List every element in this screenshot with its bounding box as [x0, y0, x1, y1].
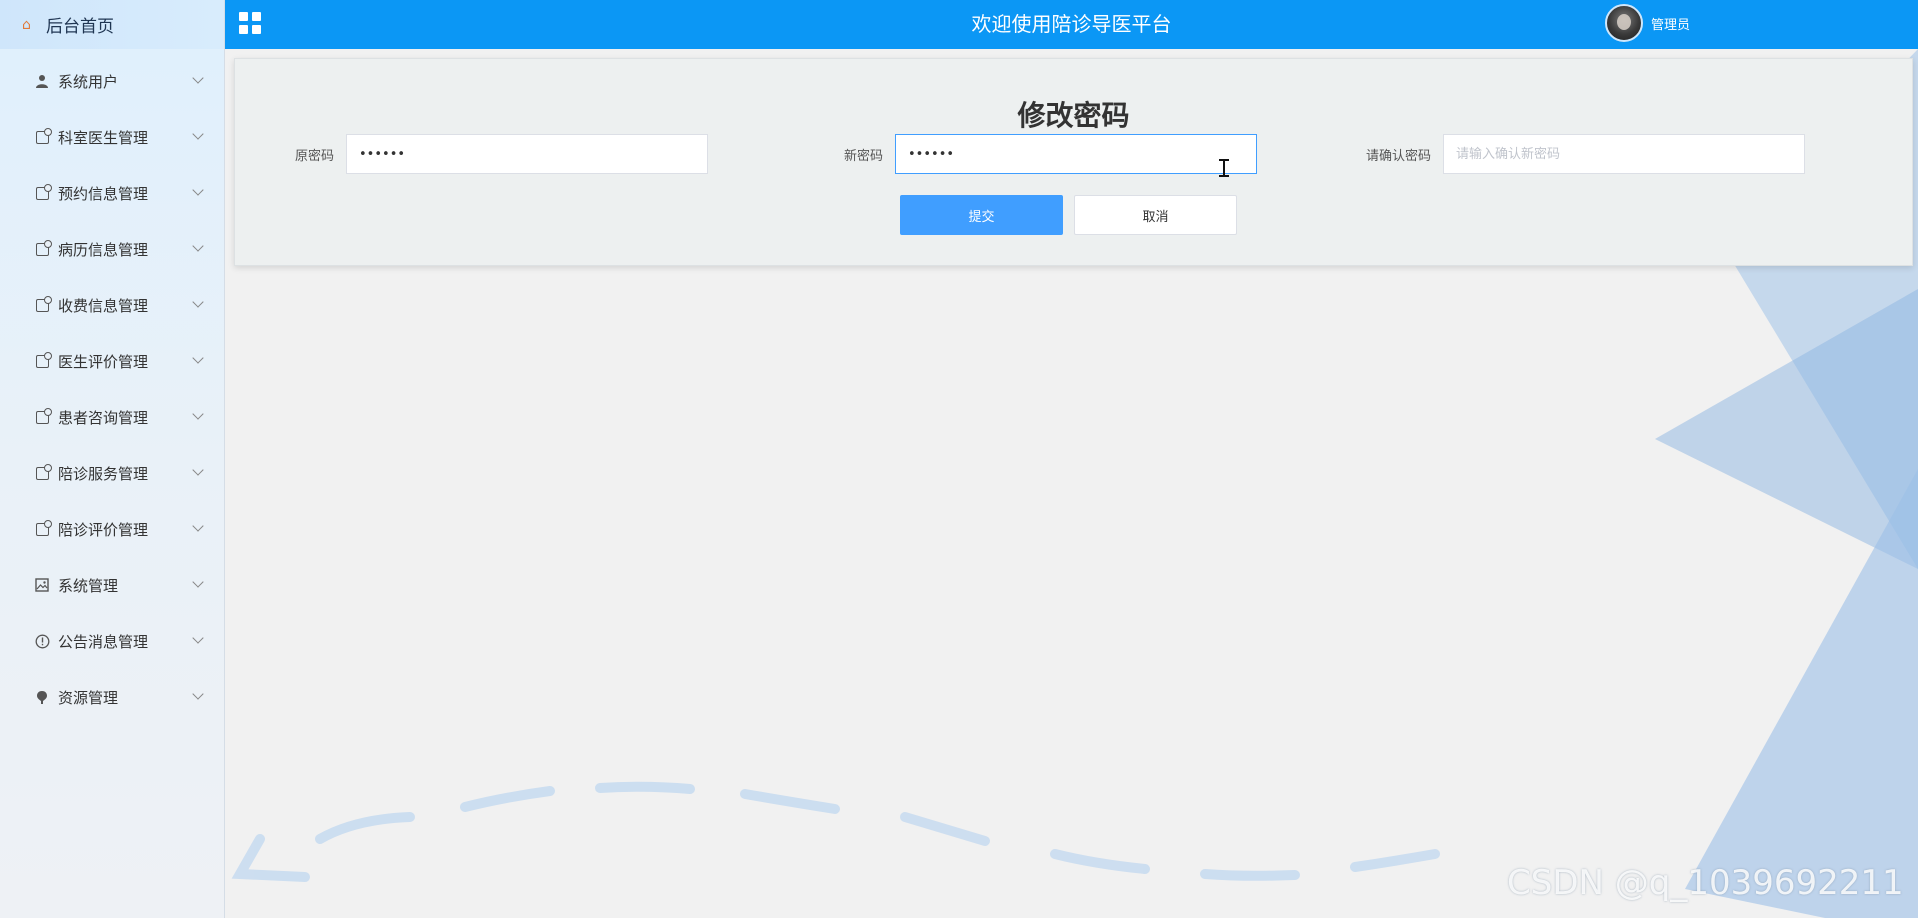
document-icon [34, 295, 52, 313]
sidebar-item-doctor-reviews[interactable]: 医生评价管理 [0, 333, 224, 389]
submit-button[interactable]: 提交 [900, 195, 1063, 235]
user-icon [34, 73, 50, 89]
sidebar-item-label: 病历信息管理 [58, 240, 149, 259]
info-circle-icon [34, 633, 50, 649]
picture-icon [34, 577, 50, 593]
sidebar-item-billing[interactable]: 收费信息管理 [0, 277, 224, 333]
sidebar-item-label: 患者咨询管理 [58, 408, 149, 427]
sidebar-menu: 系统用户 科室医生管理 预约信息管理 病历信息管理 收费信息管理 医生评价管理 [0, 49, 224, 725]
sidebar-item-label: 预约信息管理 [58, 184, 149, 203]
sidebar-item-escort-reviews[interactable]: 陪诊评价管理 [0, 501, 224, 557]
document-icon [34, 463, 52, 481]
sidebar-item-label: 系统管理 [58, 576, 119, 595]
confirm-password-label: 请确认密码 [1366, 148, 1432, 164]
text-cursor-icon [1219, 159, 1229, 177]
new-password-field: 新密码 [844, 134, 1258, 174]
chevron-down-icon [192, 240, 204, 252]
watermark: CSDN @q_1039692211 [1507, 863, 1904, 903]
avatar [1605, 4, 1643, 42]
sidebar-item-medical-records[interactable]: 病历信息管理 [0, 221, 224, 277]
confirm-password-field: 请确认密码 [1366, 134, 1806, 174]
document-icon [34, 127, 52, 145]
sidebar-item-appointment[interactable]: 预约信息管理 [0, 165, 224, 221]
chevron-down-icon [192, 464, 204, 476]
sidebar-home-link[interactable]: ⌂ 后台首页 [0, 0, 224, 49]
sidebar: ⌂ 后台首页 系统用户 科室医生管理 预约信息管理 病历信息管理 收费信息管理 … [0, 0, 225, 918]
chevron-down-icon [192, 520, 204, 532]
username: 管理员 [1651, 17, 1691, 33]
document-icon [34, 407, 52, 425]
chevron-down-icon [192, 184, 204, 196]
new-password-input[interactable] [895, 134, 1258, 174]
page-title: 修改密码 [1017, 99, 1130, 132]
document-icon [34, 183, 52, 201]
chevron-down-icon [192, 688, 204, 700]
sidebar-item-announcements[interactable]: 公告消息管理 [0, 613, 224, 669]
home-icon: ⌂ [22, 16, 31, 33]
sidebar-item-label: 科室医生管理 [58, 128, 149, 147]
old-password-input[interactable] [346, 134, 709, 174]
chevron-down-icon [192, 408, 204, 420]
user-menu[interactable]: 管理员 [1605, 4, 1690, 42]
old-password-label: 原密码 [295, 148, 335, 164]
confirm-password-input[interactable] [1443, 134, 1806, 174]
sidebar-item-label: 系统用户 [58, 72, 119, 91]
sidebar-item-label: 陪诊评价管理 [58, 520, 149, 539]
chevron-down-icon [192, 352, 204, 364]
sidebar-item-label: 医生评价管理 [58, 352, 149, 371]
old-password-field: 原密码 [295, 134, 709, 174]
document-icon [34, 239, 52, 257]
document-icon [34, 351, 52, 369]
sidebar-item-label: 资源管理 [58, 688, 119, 707]
cancel-button[interactable]: 取消 [1074, 195, 1237, 235]
sidebar-item-label: 陪诊服务管理 [58, 464, 149, 483]
sidebar-item-patient-consult[interactable]: 患者咨询管理 [0, 389, 224, 445]
sidebar-item-system-users[interactable]: 系统用户 [0, 53, 224, 109]
pin-icon [34, 689, 50, 705]
sidebar-home-label: 后台首页 [46, 17, 114, 37]
sidebar-item-label: 公告消息管理 [58, 632, 149, 651]
sidebar-item-resources[interactable]: 资源管理 [0, 669, 224, 725]
chevron-down-icon [192, 632, 204, 644]
chevron-down-icon [192, 296, 204, 308]
new-password-label: 新密码 [844, 148, 884, 164]
chevron-down-icon [192, 128, 204, 140]
change-password-card: 修改密码 原密码 新密码 请确认密码 提交 取消 [234, 58, 1913, 266]
sidebar-item-escort-service[interactable]: 陪诊服务管理 [0, 445, 224, 501]
sidebar-item-system-management[interactable]: 系统管理 [0, 557, 224, 613]
top-header: 欢迎使用陪诊导医平台 管理员 [225, 0, 1918, 49]
chevron-down-icon [192, 72, 204, 84]
document-icon [34, 519, 52, 537]
sidebar-item-department-doctor[interactable]: 科室医生管理 [0, 109, 224, 165]
sidebar-item-label: 收费信息管理 [58, 296, 149, 315]
chevron-down-icon [192, 576, 204, 588]
